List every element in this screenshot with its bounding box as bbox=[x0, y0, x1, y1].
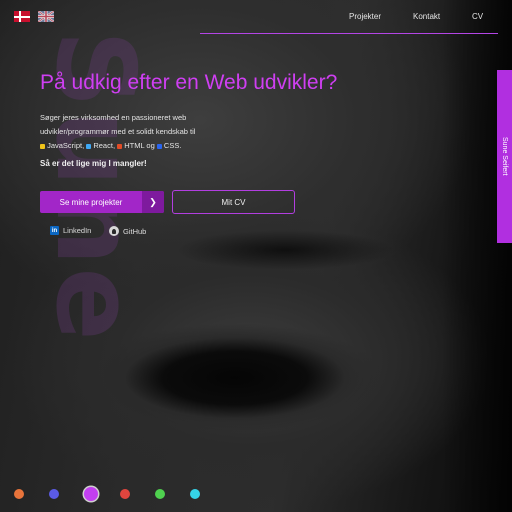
main-nav: Projekter Kontakt CV bbox=[0, 12, 512, 26]
side-tab-label: Sune Seifert bbox=[501, 137, 508, 176]
tech-list: JavaScript, React, HTML og CSS. bbox=[40, 141, 181, 150]
theme-color-dot[interactable] bbox=[155, 489, 165, 499]
see-projects-label: Se mine projekter bbox=[59, 197, 123, 207]
linkedin-icon: in bbox=[50, 226, 59, 235]
linkedin-label: LinkedIn bbox=[63, 226, 92, 235]
theme-color-dot[interactable] bbox=[84, 487, 98, 501]
tech-item: React, bbox=[86, 141, 117, 150]
theme-color-dot[interactable] bbox=[190, 489, 200, 499]
github-label: GitHub bbox=[123, 226, 147, 236]
tech-label: HTML og bbox=[122, 141, 157, 150]
cta-text: Så er det lige mig I mangler! bbox=[40, 159, 147, 168]
tech-item: CSS. bbox=[156, 141, 182, 150]
github-icon bbox=[109, 226, 119, 236]
tech-label: JavaScript, bbox=[45, 141, 87, 150]
nav-cv-link[interactable]: CV bbox=[472, 12, 483, 21]
theme-color-dot[interactable] bbox=[120, 489, 130, 499]
tech-item: JavaScript, bbox=[40, 141, 86, 150]
intro-line-1: Søger jeres virksomhed en passioneret we… bbox=[40, 113, 187, 122]
see-projects-button[interactable]: Se mine projekter ❯ bbox=[40, 191, 164, 213]
name-side-tab[interactable]: Sune Seifert bbox=[497, 70, 512, 243]
my-cv-button[interactable]: Mit CV bbox=[172, 190, 295, 214]
theme-color-dot[interactable] bbox=[49, 489, 59, 499]
intro-text: Søger jeres virksomhed en passioneret we… bbox=[40, 111, 270, 153]
page-title: På udkig efter en Web udvikler? bbox=[40, 71, 338, 94]
github-link[interactable]: GitHub bbox=[109, 226, 146, 236]
nav-divider bbox=[200, 33, 498, 34]
tech-label: React, bbox=[91, 141, 118, 150]
chevron-right-icon: ❯ bbox=[142, 191, 164, 213]
linkedin-link[interactable]: in LinkedIn bbox=[50, 226, 91, 235]
theme-color-picker bbox=[14, 487, 225, 501]
theme-color-dot[interactable] bbox=[14, 489, 24, 499]
nav-kontakt-link[interactable]: Kontakt bbox=[413, 12, 440, 21]
tech-label: CSS. bbox=[161, 141, 182, 150]
nav-projekter-link[interactable]: Projekter bbox=[349, 12, 381, 21]
tech-item: HTML og bbox=[117, 141, 157, 150]
intro-line-2: udvikler/programmør med et solidt kendsk… bbox=[40, 127, 196, 136]
